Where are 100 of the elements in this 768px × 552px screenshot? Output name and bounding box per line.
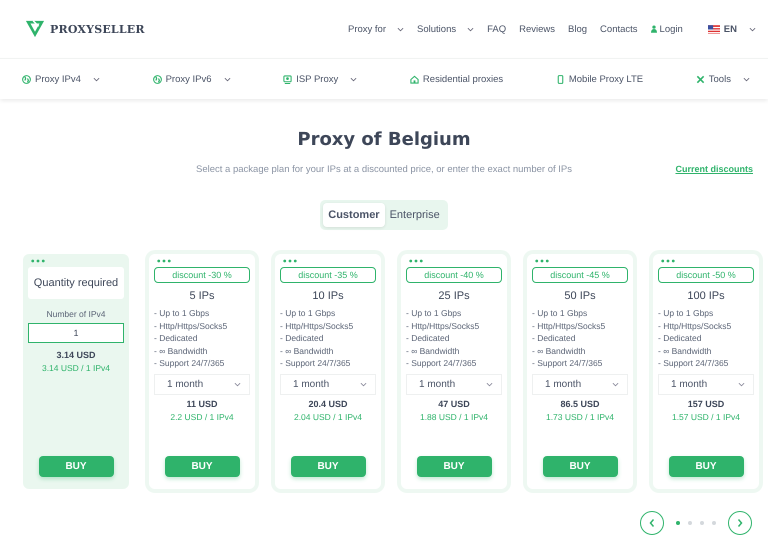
feature-text: - Http/Https/Socks5 (658, 320, 732, 330)
product-menu-link[interactable]: Residential proxies (422, 74, 504, 84)
page-title: Proxy of Belgium (296, 129, 472, 150)
period-select[interactable]: 1 month (658, 374, 754, 395)
feature-text: - Http/Https/Socks5 (280, 320, 354, 330)
product-menu-link[interactable]: Tools (708, 74, 731, 84)
period-select[interactable]: 1 month (154, 374, 250, 395)
unit-price: 3.14 USD / 1 IPv4 (42, 363, 110, 373)
more-icon[interactable] (409, 259, 423, 263)
more-icon[interactable] (661, 259, 675, 263)
feature-text: - Support 24/7/365 (280, 358, 352, 368)
feature-text: - Http/Https/Socks5 (406, 320, 480, 330)
unit-price: 2.2 USD / 1 IPv4 (170, 412, 234, 422)
chevron-right-icon (736, 518, 744, 528)
chevron-left-icon (648, 518, 656, 528)
package-size: 10 IPs (312, 290, 344, 302)
period-select[interactable]: 1 month (280, 374, 376, 395)
flag-icon (708, 24, 720, 34)
total-price: 157 USD (688, 399, 724, 409)
more-icon[interactable] (283, 259, 297, 263)
pager-dot[interactable] (676, 521, 680, 525)
globe-icon (152, 74, 162, 84)
product-menu-link[interactable]: ISP Proxy (296, 74, 338, 84)
menu-link[interactable]: Reviews (519, 24, 556, 34)
caret-icon (234, 382, 241, 387)
caret-icon[interactable] (350, 76, 358, 82)
discount-badge: discount -40 % (406, 267, 502, 283)
login-link[interactable]: Login (660, 24, 683, 34)
more-icon[interactable] (157, 259, 171, 263)
feature-text: - Dedicated (532, 333, 576, 343)
feature-text: - Up to 1 Gbps (532, 308, 588, 318)
package-size: 25 IPs (438, 290, 470, 302)
period-select[interactable]: 1 month (406, 374, 502, 395)
menu-link[interactable]: FAQ (487, 24, 506, 34)
caret-icon[interactable] (742, 76, 750, 82)
feature-text: - Support 24/7/365 (658, 358, 730, 368)
feature-text: - Support 24/7/365 (406, 358, 478, 368)
unit-price: 2.04 USD / 1 IPv4 (294, 412, 362, 422)
feature-text: - Up to 1 Gbps (658, 308, 714, 318)
quantity-heading: Quantity required (28, 267, 124, 299)
discount-badge: discount -50 % (658, 267, 754, 283)
caret-icon[interactable] (749, 26, 756, 32)
caret-icon[interactable] (467, 26, 474, 32)
menu-link[interactable]: Contacts (600, 24, 638, 34)
total-price: 11 USD (186, 399, 218, 409)
total-price: 86.5 USD (560, 399, 600, 409)
product-menu-link[interactable]: Proxy IPv6 (166, 74, 212, 84)
feature-text: - Support 24/7/365 (154, 358, 226, 368)
language-selector[interactable]: EN (724, 24, 737, 34)
caret-icon (486, 382, 493, 387)
feature-text: - Up to 1 Gbps (154, 308, 210, 318)
discount-badge: discount -35 % (280, 267, 376, 283)
tools-icon (696, 74, 705, 84)
caret-icon[interactable] (397, 26, 404, 32)
unit-price: 1.88 USD / 1 IPv4 (420, 412, 488, 422)
pager-dot[interactable] (712, 521, 716, 525)
menu-link[interactable]: Proxy for (348, 24, 386, 34)
feature-text: - ∞ Bandwidth (658, 346, 712, 356)
total-price: 20.4 USD (308, 399, 348, 409)
feature-text: - Dedicated (280, 333, 324, 343)
field-label: Number of IPv4 (46, 309, 106, 319)
feature-text: - ∞ Bandwidth (406, 346, 460, 356)
discount-badge: discount -30 % (154, 267, 250, 283)
feature-text: - ∞ Bandwidth (532, 346, 586, 356)
next-button[interactable] (728, 511, 752, 535)
feature-text: - Http/Https/Socks5 (532, 320, 606, 330)
total-price: 3.14 USD (56, 350, 96, 360)
menu-link[interactable]: Blog (568, 24, 588, 34)
feature-text: - ∞ Bandwidth (280, 346, 334, 356)
menu-link[interactable]: Solutions (417, 24, 456, 34)
caret-icon[interactable] (92, 76, 100, 82)
previous-button[interactable] (640, 511, 664, 535)
caret-icon (738, 382, 745, 387)
unit-price: 1.57 USD / 1 IPv4 (672, 412, 740, 422)
package-size: 5 IPs (189, 290, 215, 302)
feature-text: - Up to 1 Gbps (406, 308, 462, 318)
more-icon[interactable] (535, 259, 549, 263)
globe-icon (22, 74, 31, 84)
caret-icon[interactable] (224, 76, 231, 82)
logo-text: PROXYSELLER (50, 22, 145, 36)
more-icon[interactable] (31, 259, 45, 263)
unit-price: 1.73 USD / 1 IPv4 (546, 412, 614, 422)
user-icon (650, 25, 657, 33)
period-select[interactable]: 1 month (532, 374, 628, 395)
pager-dot[interactable] (688, 521, 692, 525)
discount-badge: discount -45 % (532, 267, 628, 283)
house-icon (410, 74, 419, 84)
feature-text: - Support 24/7/365 (532, 358, 604, 368)
feature-text: - Up to 1 Gbps (280, 308, 336, 318)
caret-icon (612, 382, 619, 387)
feature-text: - ∞ Bandwidth (154, 346, 208, 356)
package-size: 100 IPs (687, 290, 725, 302)
plan-tab[interactable]: Enterprise (384, 203, 445, 227)
pager-dot[interactable] (700, 521, 704, 525)
package-size: 50 IPs (564, 290, 596, 302)
subtitle: Select a package plan for your IPs at a discounted price, or enter the exact number of IPs (196, 164, 572, 175)
product-menu-link[interactable]: Proxy IPv4 (35, 74, 81, 84)
plan-tab[interactable]: Customer (323, 203, 385, 227)
quantity-input[interactable]: 1 (28, 323, 124, 343)
product-menu-link[interactable]: Mobile Proxy LTE (568, 74, 644, 84)
